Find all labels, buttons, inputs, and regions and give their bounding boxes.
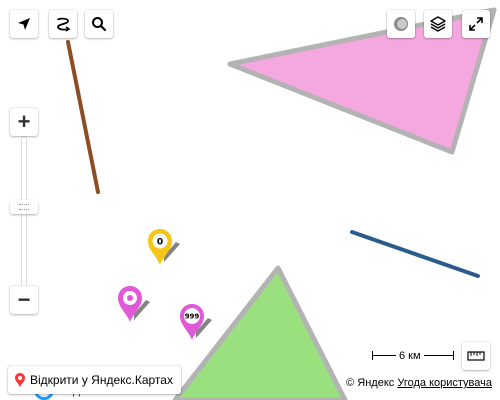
- zoom-out-button[interactable]: −: [10, 286, 38, 314]
- route-icon: [57, 17, 71, 32]
- route-button[interactable]: [49, 10, 77, 38]
- user-agreement-link[interactable]: Угода користувача: [397, 377, 492, 389]
- open-in-maps-label: Відкрити у Яндекс.Картах: [30, 373, 173, 387]
- fullscreen-icon: [469, 17, 483, 31]
- open-in-yandex-maps-button[interactable]: Відкрити у Яндекс.Картах: [8, 366, 181, 394]
- traffic-icon: [394, 17, 408, 31]
- map-pin-icon: [15, 373, 25, 387]
- map-canvas[interactable]: 0 999: [0, 0, 500, 400]
- copyright-bar: © Яндекс Угода користувача: [344, 376, 494, 390]
- map-marker-yellow[interactable]: 0: [148, 229, 180, 265]
- layers-icon: [430, 16, 446, 32]
- blue-polyline[interactable]: [350, 230, 480, 278]
- zoom-in-button[interactable]: +: [10, 108, 38, 136]
- pink-polygon[interactable]: [227, 7, 497, 155]
- layers-button[interactable]: [424, 10, 452, 38]
- map-marker-999[interactable]: 999: [180, 304, 212, 340]
- marker-label-0: 0: [157, 238, 163, 248]
- brown-polyline[interactable]: [66, 40, 100, 194]
- plus-icon: +: [17, 109, 31, 134]
- map-marker-pink[interactable]: [118, 286, 150, 322]
- marker-label-999: 999: [185, 313, 200, 321]
- green-polygon[interactable]: [172, 265, 348, 400]
- traffic-button[interactable]: [387, 10, 415, 38]
- zoom-slider-handle[interactable]: [10, 200, 38, 214]
- scale-label: 6 км: [396, 349, 424, 363]
- fullscreen-button[interactable]: [462, 10, 490, 38]
- map-scale: 6 км: [372, 349, 454, 363]
- minus-icon: −: [17, 287, 31, 312]
- ruler-button[interactable]: [462, 342, 490, 370]
- copyright-text: © Яндекс: [346, 377, 395, 389]
- search-button[interactable]: [85, 10, 113, 38]
- arrow-icon: [18, 18, 30, 30]
- geolocation-button[interactable]: [10, 10, 38, 38]
- search-icon: [92, 17, 107, 32]
- ruler-icon: [467, 351, 485, 361]
